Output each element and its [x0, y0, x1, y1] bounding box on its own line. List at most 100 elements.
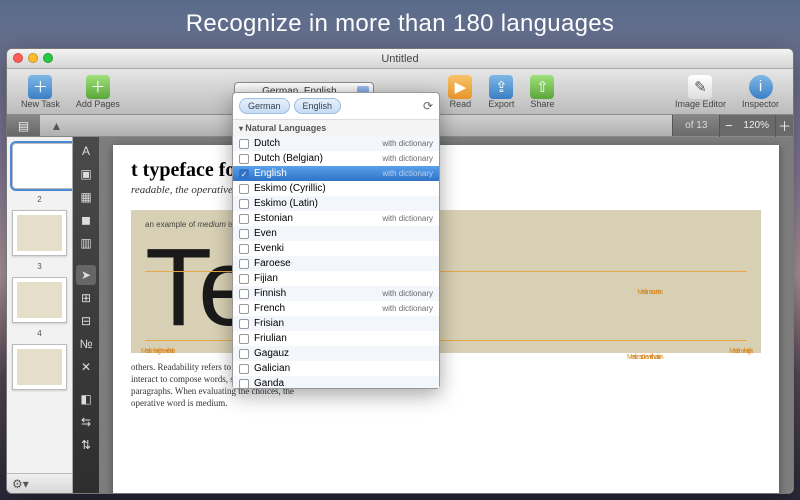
export-button[interactable]: ⇪ Export: [482, 73, 520, 111]
barcode-area-tool[interactable]: ▥: [76, 233, 96, 253]
language-option[interactable]: Frisian: [233, 316, 439, 331]
image-editor-button[interactable]: ✎ Image Editor: [669, 73, 732, 111]
checkbox-icon: [239, 289, 249, 299]
language-option[interactable]: French with dictionary: [233, 301, 439, 316]
inspector-icon: i: [749, 75, 773, 99]
language-chip[interactable]: English: [294, 98, 342, 114]
add-pages-button[interactable]: ＋ Add Pages: [70, 73, 126, 111]
language-option[interactable]: Ganda: [233, 376, 439, 388]
pointer-tool[interactable]: ➤: [76, 265, 96, 285]
language-option[interactable]: Galician: [233, 361, 439, 376]
export-icon: ⇪: [489, 75, 513, 99]
dictionary-badge: with dictionary: [382, 304, 433, 313]
language-label: Dutch: [254, 138, 280, 149]
language-label: Evenki: [254, 243, 284, 254]
thumbnail[interactable]: Text: [12, 143, 73, 189]
warnings-tab[interactable]: ▲: [40, 115, 73, 136]
close-icon[interactable]: [13, 53, 23, 63]
language-list[interactable]: Dutchwith dictionaryDutch (Belgian)with …: [233, 136, 439, 388]
checkbox-icon: [239, 259, 249, 269]
read-icon: ▶: [448, 75, 472, 99]
picture-area-tool[interactable]: ▣: [76, 164, 96, 184]
new-task-button[interactable]: ＋ New Task: [15, 73, 66, 111]
gear-icon[interactable]: ⚙︎▾: [12, 477, 29, 491]
checkbox-icon: [239, 364, 249, 374]
order-tool[interactable]: №: [76, 334, 96, 354]
zoom-value: 120%: [737, 120, 775, 131]
dictionary-badge: with dictionary: [382, 169, 433, 178]
language-label: Dutch (Belgian): [254, 153, 323, 164]
minimize-icon[interactable]: [28, 53, 38, 63]
language-dropdown: German English ⟳ Natural Languages Dutch…: [232, 92, 440, 389]
checkbox-icon: [239, 274, 249, 284]
add-pages-icon: ＋: [86, 75, 110, 99]
checkbox-icon: [239, 214, 249, 224]
eraser-tool[interactable]: ◧: [76, 389, 96, 409]
table-area-tool[interactable]: ▦: [76, 187, 96, 207]
read-button[interactable]: ▶ Read: [442, 73, 478, 111]
language-chip[interactable]: German: [239, 98, 290, 114]
language-option[interactable]: Even: [233, 226, 439, 241]
language-option[interactable]: Gagauz: [233, 346, 439, 361]
language-option[interactable]: English with dictionary: [233, 166, 439, 181]
page-heading: t typeface for text?: [131, 159, 761, 182]
language-label: Gagauz: [254, 348, 289, 359]
language-option[interactable]: Faroese: [233, 256, 439, 271]
language-option[interactable]: Eskimo (Latin): [233, 196, 439, 211]
thumbnail-number: 4: [12, 329, 67, 338]
checkbox-icon: [239, 334, 249, 344]
annotation-stroke: Medium stroke width variation: [627, 354, 687, 361]
language-option[interactable]: Evenki: [233, 241, 439, 256]
remove-part-tool[interactable]: ⊟: [76, 311, 96, 331]
document-canvas[interactable]: t typeface for text? readable, the opera…: [99, 137, 793, 493]
language-option[interactable]: Estonianwith dictionary: [233, 211, 439, 226]
language-option[interactable]: Friulian: [233, 331, 439, 346]
thumbnails-tab[interactable]: ▤: [7, 115, 40, 136]
delete-tool[interactable]: ✕: [76, 357, 96, 377]
type-sample: an example of medium is Utopia. Text Med…: [131, 210, 761, 353]
annotation-height-width: Medium height-to-width ratio: [141, 348, 173, 355]
language-label: Galician: [254, 363, 290, 374]
checkbox-icon: [239, 304, 249, 314]
language-option[interactable]: Eskimo (Cyrillic): [233, 181, 439, 196]
tool-palette: A ▣ ▦ ◼ ▥ ➤ ⊞ ⊟ № ✕ ◧ ⇆ ⇅: [73, 137, 99, 493]
language-label: Eskimo (Latin): [254, 198, 318, 209]
share-label: Share: [530, 99, 554, 109]
zoom-in-button[interactable]: ＋: [775, 115, 793, 137]
thumbnail[interactable]: [12, 210, 67, 256]
background-area-tool[interactable]: ◼: [76, 210, 96, 230]
add-pages-label: Add Pages: [76, 99, 120, 109]
language-label: French: [254, 303, 285, 314]
hero-tagline: Recognize in more than 180 languages: [0, 10, 800, 38]
text-area-tool[interactable]: A: [76, 141, 96, 161]
language-label: Faroese: [254, 258, 291, 269]
refresh-icon[interactable]: ⟳: [423, 99, 433, 113]
share-button[interactable]: ⇧ Share: [524, 73, 560, 111]
language-option[interactable]: Dutchwith dictionary: [233, 136, 439, 151]
zoom-control: − 120% ＋: [719, 115, 793, 136]
checkbox-icon: [239, 154, 249, 164]
dictionary-badge: with dictionary: [382, 289, 433, 298]
language-label: English: [254, 168, 287, 179]
thumbnail[interactable]: [12, 344, 67, 390]
checkbox-icon: [239, 319, 249, 329]
thumbnail-number: 2: [12, 195, 67, 204]
language-label: Fijian: [254, 273, 278, 284]
language-option[interactable]: Fijian: [233, 271, 439, 286]
language-option[interactable]: Finnishwith dictionary: [233, 286, 439, 301]
split-h-tool[interactable]: ⇆: [76, 412, 96, 432]
checkbox-icon: [239, 229, 249, 239]
inspector-button[interactable]: i Inspector: [736, 73, 785, 111]
checkbox-icon: [239, 139, 249, 149]
add-part-tool[interactable]: ⊞: [76, 288, 96, 308]
image-editor-label: Image Editor: [675, 99, 726, 109]
language-option[interactable]: Dutch (Belgian)with dictionary: [233, 151, 439, 166]
split-v-tool[interactable]: ⇅: [76, 435, 96, 455]
thumbnail[interactable]: [12, 277, 67, 323]
zoom-icon[interactable]: [43, 53, 53, 63]
read-label: Read: [450, 99, 472, 109]
language-label: Eskimo (Cyrillic): [254, 183, 326, 194]
titlebar: Untitled: [7, 49, 793, 69]
zoom-out-button[interactable]: −: [719, 115, 737, 137]
page-indicator: of 13: [672, 115, 719, 136]
